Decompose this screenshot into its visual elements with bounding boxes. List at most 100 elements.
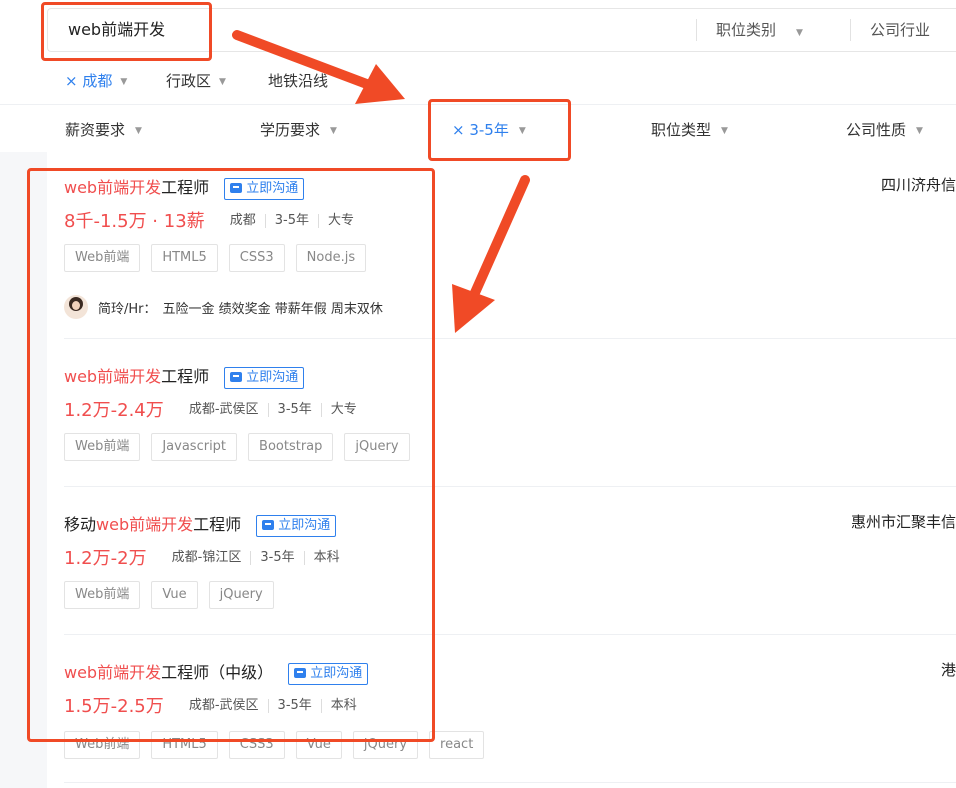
skill-tag: Web前端 xyxy=(64,244,141,272)
skill-tag: CSS3 xyxy=(228,244,285,272)
hr-benefits: 五险一金 绩效奖金 带薪年假 周末双休 xyxy=(162,301,383,317)
subway-filter[interactable]: 地铁沿线 xyxy=(268,70,328,91)
caret-down-icon: ▼ xyxy=(721,126,728,136)
caret-down-icon: ▼ xyxy=(518,126,526,136)
chat-icon xyxy=(294,668,307,678)
job-title-prefix: 移动 xyxy=(64,515,97,534)
skill-tag: Bootstrap xyxy=(248,433,334,461)
industry-dropdown[interactable]: 公司行业 xyxy=(870,9,930,51)
chat-button[interactable]: 立即沟通 xyxy=(224,367,305,389)
skill-tag: Web前端 xyxy=(64,433,141,461)
company-name[interactable]: 港 xyxy=(941,659,956,680)
skill-tag: jQuery xyxy=(352,731,419,759)
job-title-suffix: 工程师 xyxy=(161,178,210,197)
chat-icon xyxy=(262,520,275,530)
job-experience: 3-5年 xyxy=(267,402,321,417)
job-location: 成都-武侯区 xyxy=(188,697,259,713)
chat-button-label: 立即沟通 xyxy=(310,666,363,681)
job-card[interactable]: web前端开发工程师 立即沟通 1.2万-2.4万 成都-武侯区 3-5年 大专 W… xyxy=(64,363,956,487)
job-card[interactable]: web前端开发工程师（中级） 立即沟通 港 1.5万-2.5万 成都-武侯区 3-… xyxy=(64,659,956,783)
job-type-filter[interactable]: 职位类型 ▼ xyxy=(651,119,728,140)
district-filter[interactable]: 行政区 ▼ xyxy=(166,70,226,91)
company-name[interactable]: 四川济舟信 xyxy=(881,174,956,195)
job-meta: 1.5万-2.5万 成都-武侯区 3-5年 本科 xyxy=(64,692,366,718)
job-location: 成都-锦江区 xyxy=(171,549,242,565)
salary-filter[interactable]: 薪资要求 ▼ xyxy=(65,119,142,140)
job-education: 大专 xyxy=(320,402,366,417)
skill-tag: Vue xyxy=(151,581,198,609)
search-bar: 职位类别 ▼ 公司行业 xyxy=(47,8,956,52)
city-filter-chip[interactable]: × 成都 ▼ xyxy=(65,70,127,91)
search-divider xyxy=(696,19,697,41)
skill-tag: Web前端 xyxy=(64,581,141,609)
industry-label: 公司行业 xyxy=(870,21,931,39)
company-nature-filter[interactable]: 公司性质 ▼ xyxy=(846,119,923,140)
condition-row: 薪资要求 ▼ 学历要求 ▼ × 3-5年 ▼ 职位类型 ▼ 公司性质 ▼ xyxy=(0,104,956,152)
chat-button-label: 立即沟通 xyxy=(246,370,299,385)
caret-down-icon: ▼ xyxy=(796,28,803,38)
chat-icon xyxy=(230,183,243,193)
salary: 1.2万-2.4万 xyxy=(64,400,164,421)
job-meta: 8千-1.5万 · 13薪 成都 3-5年 大专 xyxy=(64,207,363,233)
job-location: 成都-武侯区 xyxy=(188,401,259,417)
caret-down-icon: ▼ xyxy=(916,126,923,136)
job-category-label: 职位类别 xyxy=(716,21,777,39)
experience-filter-label: × 3-5年 xyxy=(452,121,509,139)
job-meta: 1.2万-2万 成都-锦江区 3-5年 本科 xyxy=(64,544,349,570)
experience-filter[interactable]: × 3-5年 ▼ xyxy=(452,119,526,140)
job-card[interactable]: web前端开发工程师 立即沟通 四川济舟信 8千-1.5万 · 13薪 成都 3-… xyxy=(64,174,956,339)
job-title[interactable]: 移动web前端开发工程师 立即沟通 xyxy=(64,511,337,537)
company-name[interactable]: 惠州市汇聚丰信 xyxy=(851,511,956,532)
subway-label: 地铁沿线 xyxy=(268,72,329,90)
salary: 1.2万-2万 xyxy=(64,548,147,569)
job-education: 大专 xyxy=(318,213,363,228)
job-title-highlight: web前端开发 xyxy=(64,178,162,197)
skill-tag: HTML5 xyxy=(151,244,218,272)
job-category-dropdown[interactable]: 职位类别 ▼ xyxy=(716,9,803,51)
skill-tags: Web前端 Vue jQuery xyxy=(64,581,285,609)
chat-button-label: 立即沟通 xyxy=(278,518,331,533)
skill-tag: Javascript xyxy=(151,433,238,461)
job-title-suffix: 工程师 xyxy=(193,515,242,534)
job-title[interactable]: web前端开发工程师（中级） 立即沟通 xyxy=(64,659,369,685)
district-label: 行政区 xyxy=(166,72,212,90)
job-requirements: 成都-锦江区 3-5年 本科 xyxy=(172,550,349,565)
skill-tag: jQuery xyxy=(208,581,274,609)
chat-icon xyxy=(230,372,243,382)
caret-down-icon: ▼ xyxy=(120,77,128,87)
search-divider xyxy=(850,19,851,41)
skill-tags: Web前端 HTML5 CSS3 Vue jQuery react xyxy=(64,731,495,759)
chat-button[interactable]: 立即沟通 xyxy=(288,663,369,685)
skill-tag: Node.js xyxy=(295,244,367,272)
job-title[interactable]: web前端开发工程师 立即沟通 xyxy=(64,363,305,389)
job-search-page: 职位类别 ▼ 公司行业 × 成都 ▼ 行政区 ▼ 地铁沿线 薪资要求 ▼ 学历要求 ▼ xyxy=(0,0,956,788)
chat-button[interactable]: 立即沟通 xyxy=(224,178,305,200)
job-type-filter-label: 职位类型 xyxy=(651,121,712,139)
job-meta: 1.2万-2.4万 成都-武侯区 3-5年 大专 xyxy=(64,396,366,422)
job-requirements: 成都 3-5年 大专 xyxy=(230,213,363,228)
job-title[interactable]: web前端开发工程师 立即沟通 xyxy=(64,174,305,200)
skill-tag: Web前端 xyxy=(64,731,141,759)
job-list: web前端开发工程师 立即沟通 四川济舟信 8千-1.5万 · 13薪 成都 3-… xyxy=(47,152,956,788)
skill-tags: Web前端 Javascript Bootstrap jQuery xyxy=(64,433,421,461)
hr-info: 简玲/Hr： 五险一金 绩效奖金 带薪年假 周末双休 xyxy=(64,295,383,321)
caret-down-icon: ▼ xyxy=(330,126,337,136)
education-filter[interactable]: 学历要求 ▼ xyxy=(260,119,337,140)
skill-tag: CSS3 xyxy=(228,731,285,759)
hr-name: 简玲/Hr： xyxy=(98,301,157,317)
search-input[interactable] xyxy=(68,9,368,51)
skill-tags: Web前端 HTML5 CSS3 Node.js xyxy=(64,244,377,272)
city-label: × 成都 xyxy=(65,72,113,90)
skill-tag: jQuery xyxy=(344,433,410,461)
job-card[interactable]: 移动web前端开发工程师 立即沟通 惠州市汇聚丰信 1.2万-2万 成都-锦江区… xyxy=(64,511,956,635)
salary-filter-label: 薪资要求 xyxy=(65,121,126,139)
education-filter-label: 学历要求 xyxy=(260,121,321,139)
skill-tag: Vue xyxy=(295,731,342,759)
salary: 1.5万-2.5万 xyxy=(64,696,164,717)
company-nature-filter-label: 公司性质 xyxy=(846,121,907,139)
chat-button-label: 立即沟通 xyxy=(246,181,299,196)
caret-down-icon: ▼ xyxy=(135,126,142,136)
chat-button[interactable]: 立即沟通 xyxy=(256,515,337,537)
job-education: 本科 xyxy=(320,698,366,713)
job-experience: 3-5年 xyxy=(250,550,303,565)
